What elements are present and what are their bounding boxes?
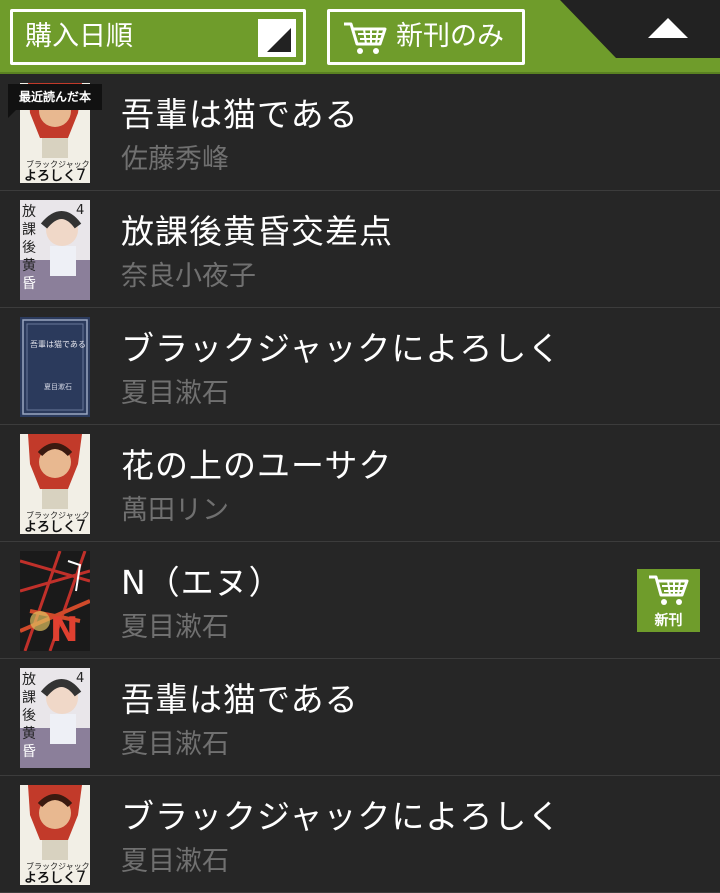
new-release-label: 新刊 [654, 613, 683, 629]
book-title: 放課後黄昏交差点 [121, 212, 393, 251]
svg-text:吾輩は猫である: 吾輩は猫である [30, 339, 86, 349]
svg-text:7: 7 [76, 867, 86, 885]
svg-text:よろしく: よろしく [24, 520, 76, 534]
cart-icon [344, 22, 387, 54]
list-item[interactable]: ブラックジャックに よろしく 7 ブラックジャックによろしく 夏目漱石 [0, 776, 720, 893]
svg-text:N: N [50, 610, 78, 650]
arrow-up-icon [648, 18, 688, 38]
svg-text:課: 課 [22, 222, 36, 238]
svg-text:4: 4 [76, 203, 84, 218]
cart-icon [649, 575, 689, 605]
book-title: ブラックジャックによろしく [121, 797, 562, 836]
svg-text:昏: 昏 [22, 276, 36, 292]
book-cover: ブラックジャックに よろしく 7 [20, 785, 90, 885]
book-author: 夏目漱石 [121, 729, 229, 760]
book-title: 花の上のユーサク [121, 446, 393, 485]
new-only-label: 新刊のみ [396, 21, 504, 52]
svg-text:よろしく: よろしく [24, 169, 76, 183]
svg-text:夏目漱石: 夏目漱石 [44, 382, 72, 391]
sort-dropdown[interactable]: 購入日順 [10, 9, 306, 65]
svg-text:放: 放 [22, 204, 36, 220]
book-title: ブラックジャックによろしく [121, 329, 562, 368]
book-title: N（エヌ） [121, 563, 283, 602]
svg-text:昏: 昏 [22, 744, 36, 760]
list-item[interactable]: 吾輩は猫である 夏目漱石 ブラックジャックによろしく 夏目漱石 [0, 308, 720, 425]
new-release-button[interactable]: 新刊 [637, 569, 700, 632]
book-author: 萬田リン [121, 495, 229, 526]
svg-text:黄: 黄 [22, 257, 36, 274]
book-cover: ブラックジャックに よろしく 7 [20, 434, 90, 534]
book-cover: 吾輩は猫である 夏目漱石 [20, 317, 90, 417]
svg-text:よろしく: よろしく [24, 871, 76, 885]
svg-text:黄: 黄 [22, 725, 36, 742]
sort-label: 購入日順 [25, 21, 133, 52]
book-author: 夏目漱石 [121, 378, 229, 409]
svg-text:課: 課 [22, 690, 36, 706]
book-author: 夏目漱石 [121, 846, 229, 877]
book-author: 夏目漱石 [121, 612, 229, 643]
new-only-button[interactable]: 新刊のみ [327, 9, 525, 65]
svg-text:4: 4 [76, 671, 84, 686]
book-cover: N [20, 551, 90, 651]
book-author: 奈良小夜子 [121, 261, 256, 292]
dropdown-corner-icon [258, 19, 296, 57]
list-item[interactable]: 放 課 後 黄 昏 4 吾輩は猫である 夏目漱石 [0, 659, 720, 776]
svg-text:後: 後 [22, 240, 36, 256]
recent-read-badge: 最近読んだ本 [8, 84, 102, 118]
book-title: 吾輩は猫である [121, 680, 359, 719]
list-item[interactable]: N N（エヌ） 夏目漱石 新刊 [0, 542, 720, 659]
book-list: ブラックジャックに よろしく 7 最近読んだ本 吾輩は猫である 佐藤秀峰 放 課… [0, 74, 720, 893]
svg-text:放: 放 [22, 672, 36, 688]
book-title: 吾輩は猫である [121, 95, 359, 134]
list-item[interactable]: ブラックジャックに よろしく 7 最近読んだ本 吾輩は猫である 佐藤秀峰 [0, 74, 720, 191]
list-item[interactable]: 放 課 後 黄 昏 4 放課後黄昏交差点 奈良小夜子 [0, 191, 720, 308]
svg-text:後: 後 [22, 708, 36, 724]
book-cover: 放 課 後 黄 昏 4 [20, 200, 90, 300]
svg-text:7: 7 [76, 165, 86, 183]
list-item[interactable]: ブラックジャックに よろしく 7 花の上のユーサク 萬田リン [0, 425, 720, 542]
svg-text:7: 7 [76, 516, 86, 534]
book-author: 佐藤秀峰 [121, 144, 229, 175]
book-cover: 放 課 後 黄 昏 4 [20, 668, 90, 768]
